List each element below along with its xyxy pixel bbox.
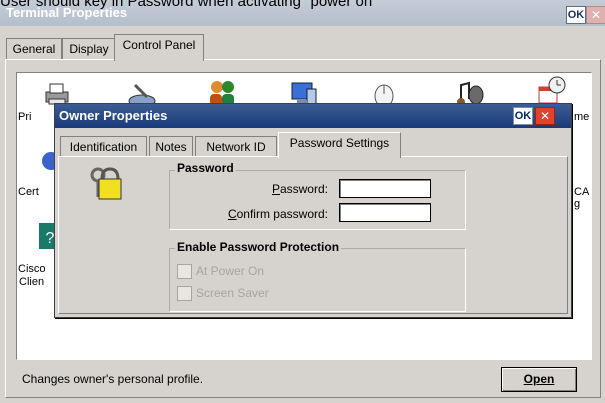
tab-password-settings[interactable]: Password Settings [278,132,401,158]
password-protection-group-title: Enable Password Protection [175,240,342,254]
at-power-on-checkbox[interactable] [177,263,192,279]
ica-label-line2: g [574,198,581,210]
date-time-icon[interactable] [537,75,567,105]
confirm-password-field[interactable] [339,203,431,222]
password-label: Password: [271,182,328,196]
tab-control-panel[interactable]: Control Panel [114,34,204,61]
open-button-label: Open [523,372,555,386]
dialog-ok-button[interactable]: OK [513,107,533,125]
at-power-on-option[interactable]: At Power On [177,263,264,279]
tab-display[interactable]: Display [62,38,116,60]
password-protection-group [169,248,466,312]
tab-network-id[interactable]: Network ID [195,136,277,157]
screen-saver-option[interactable]: Screen Saver [177,285,269,301]
dialog-close-button[interactable]: ✕ [535,107,555,125]
at-power-on-label: At Power On [196,264,265,278]
certificates-label: Cert [18,186,39,198]
tab-identification[interactable]: Identification [60,136,147,157]
password-field[interactable] [339,179,431,198]
password-group-title: Password [175,161,236,175]
date-time-label: me [574,111,590,123]
screen-saver-label: Screen Saver [196,286,269,300]
caption-text: User should key in Password when activat… [0,0,378,10]
screen-saver-checkbox[interactable] [177,285,192,301]
tab-notes[interactable]: Notes [149,136,193,157]
owner-properties-dialog: Owner Properties OK ✕ Identification Not… [54,103,572,318]
open-button[interactable]: Open [501,367,577,392]
confirm-password-label: Confirm password: [227,207,328,221]
lock-key-icon [90,167,122,200]
ica-label: CA [574,186,590,198]
status-description: Changes owner's personal profile. [22,372,204,386]
dialog-titlebar[interactable]: Owner Properties OK ✕ [55,104,571,128]
cisco-label: Cisco [18,263,46,275]
tab-general[interactable]: General [6,38,62,60]
dialog-title: Owner Properties [59,108,168,123]
password-settings-page: Password Password: Confirm password: Ena… [58,156,568,314]
printer-label: Pri [18,111,32,123]
cisco-label-line2: Clien [19,276,45,288]
